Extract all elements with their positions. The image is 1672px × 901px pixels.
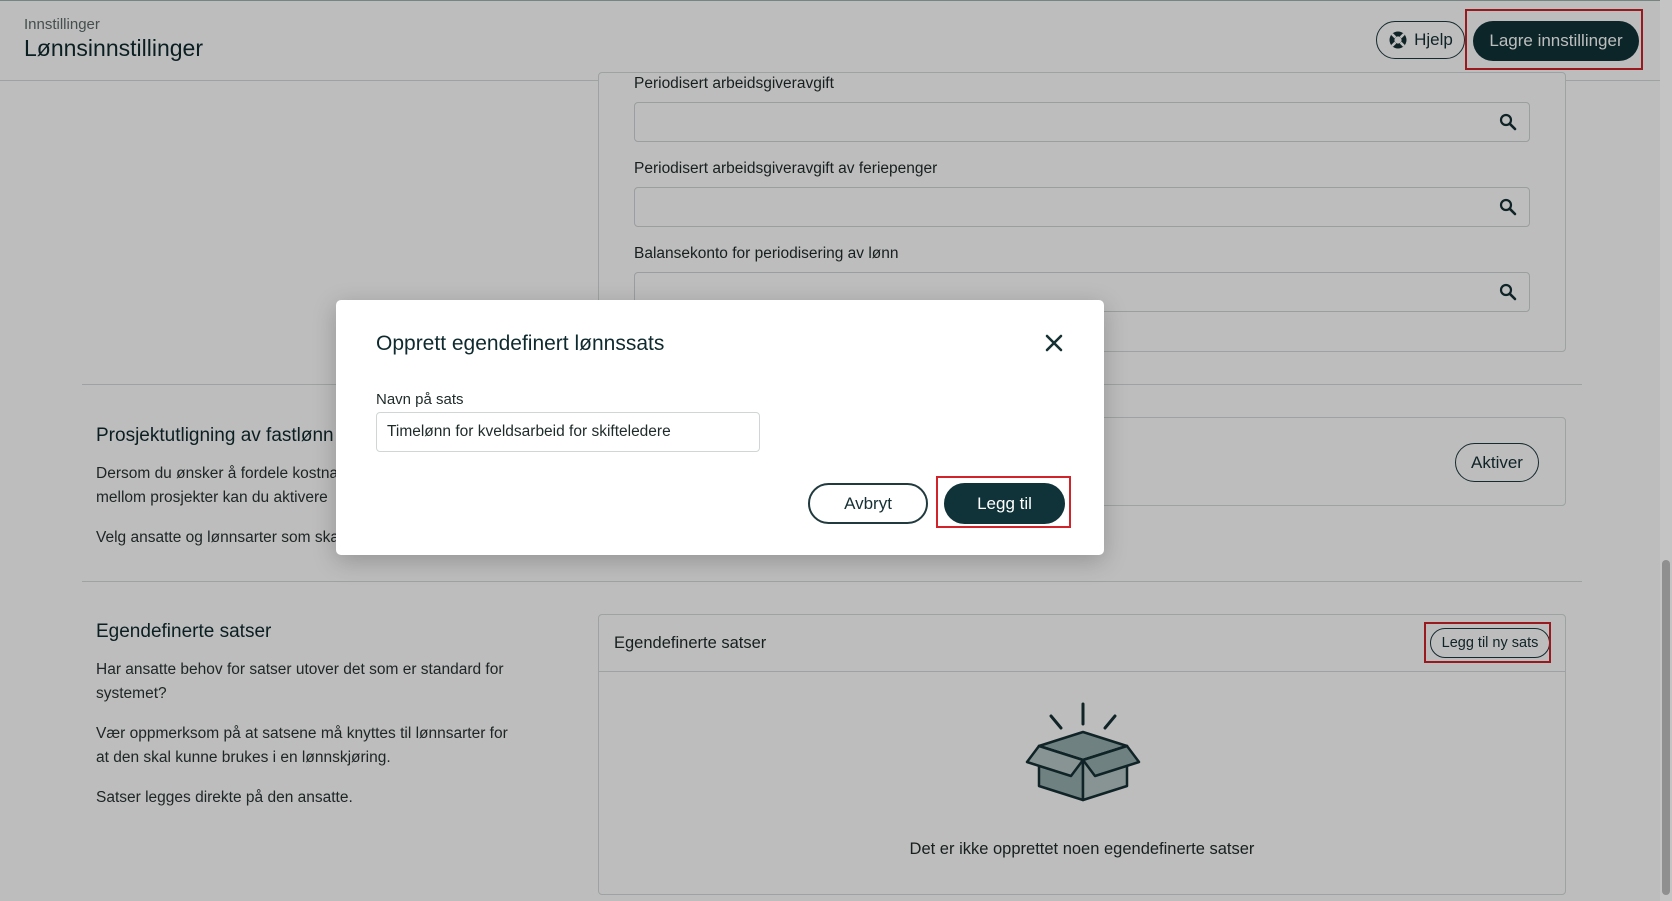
rate-name-label: Navn på sats (376, 391, 464, 408)
add-button-highlight (936, 476, 1071, 528)
create-rate-dialog: Opprett egendefinert lønnssats Navn på s… (336, 300, 1104, 555)
cancel-button[interactable]: Avbryt (808, 483, 928, 524)
page-scrollbar[interactable] (1660, 0, 1672, 901)
dialog-title: Opprett egendefinert lønnssats (376, 332, 665, 355)
rate-name-input[interactable] (376, 412, 760, 452)
close-icon[interactable] (1043, 332, 1065, 354)
scrollbar-thumb[interactable] (1662, 560, 1670, 895)
